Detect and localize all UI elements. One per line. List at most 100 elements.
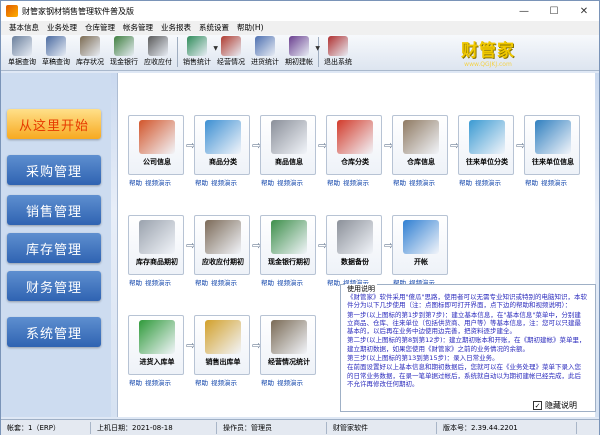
- sidebar-item-5[interactable]: 系统管理: [7, 317, 101, 347]
- menu-item[interactable]: 基本信息: [5, 21, 43, 35]
- video-demo-link[interactable]: 视频演示: [409, 177, 435, 187]
- toolbar-button-3[interactable]: 现金银行: [107, 35, 141, 69]
- video-demo-link[interactable]: 视频演示: [211, 377, 237, 387]
- sidebar-item-3[interactable]: 库存管理: [7, 233, 101, 263]
- tile-tiles_row2-0[interactable]: 库存商品期初: [128, 215, 184, 275]
- toolbar-button-0[interactable]: 单据查询: [5, 35, 39, 69]
- video-demo-link[interactable]: 视频演示: [145, 277, 171, 287]
- toolbar-button-5[interactable]: 销售统计 ▼: [180, 35, 218, 69]
- help-link[interactable]: 帮助: [195, 177, 208, 187]
- video-demo-link[interactable]: 视频演示: [277, 377, 303, 387]
- menu-item[interactable]: 系统设置: [195, 21, 233, 35]
- video-demo-link[interactable]: 视频演示: [475, 177, 501, 187]
- tile-tiles_row1-1[interactable]: 商品分类: [194, 115, 250, 175]
- hide-help-checkbox[interactable]: ✓ 隐藏说明: [533, 400, 577, 411]
- tile-tiles_row3-0[interactable]: 进货入库单: [128, 315, 184, 375]
- video-demo-link[interactable]: 视频演示: [211, 277, 237, 287]
- toolbar-button-8[interactable]: 期初建帐 ▼: [282, 35, 320, 69]
- menu-item[interactable]: 帮助(H): [233, 21, 268, 35]
- help-link[interactable]: 帮助: [261, 177, 274, 187]
- help-link[interactable]: 帮助: [129, 177, 142, 187]
- title-bar: 财管家钢材销售管理软件普及版 — ☐ ✕: [1, 1, 599, 21]
- video-demo-link[interactable]: 视频演示: [541, 177, 567, 187]
- video-demo-link[interactable]: 视频演示: [277, 277, 303, 287]
- help-link[interactable]: 帮助: [327, 177, 340, 187]
- help-link[interactable]: 帮助: [261, 277, 274, 287]
- tile-tiles_row1-2[interactable]: 商品信息: [260, 115, 316, 175]
- tile-links: 帮助 视频演示: [261, 277, 321, 287]
- sidebar-item-2[interactable]: 销售管理: [7, 195, 101, 225]
- help-link[interactable]: 帮助: [195, 277, 208, 287]
- video-demo-link[interactable]: 视频演示: [145, 177, 171, 187]
- toolbar-button-label: 进货统计: [251, 58, 279, 66]
- toolbar-button-label: 草稿查询: [42, 58, 70, 66]
- tile-links: 帮助 视频演示: [129, 377, 189, 387]
- menu-item[interactable]: 仓库管理: [81, 21, 119, 35]
- video-demo-link[interactable]: 视频演示: [277, 177, 303, 187]
- help-link[interactable]: 帮助: [393, 177, 406, 187]
- chevron-down-icon[interactable]: ▼: [315, 45, 320, 52]
- tile-tiles_row1-0[interactable]: 公司信息: [128, 115, 184, 175]
- toolbar-button-6[interactable]: 经营情况: [214, 35, 248, 69]
- help-link[interactable]: 帮助: [327, 277, 340, 287]
- toolbar-button-label: 应收应付: [144, 58, 172, 66]
- tile-label: 商品分类: [209, 158, 237, 166]
- tile-tiles_row2-2[interactable]: 现金银行期初: [260, 215, 316, 275]
- menu-item[interactable]: 帐务管理: [119, 21, 157, 35]
- tile-links: 帮助 视频演示: [459, 177, 519, 187]
- tile-tiles_row2-4[interactable]: 开帐: [392, 215, 448, 275]
- logo-url: www.QGJKJ.com: [464, 61, 512, 68]
- tile-tiles_row1-3[interactable]: 仓库分类: [326, 115, 382, 175]
- tile-icon: [139, 220, 175, 254]
- toolbar-button-label: 销售统计: [183, 58, 211, 66]
- help-link[interactable]: 帮助: [525, 177, 538, 187]
- help-link[interactable]: 帮助: [261, 377, 274, 387]
- tile-icon: [205, 220, 241, 254]
- tile-tiles_row1-5[interactable]: 往来单位分类: [458, 115, 514, 175]
- menu-item[interactable]: 业务报表: [157, 21, 195, 35]
- toolbar-button-1[interactable]: 草稿查询: [39, 35, 73, 69]
- tile-tiles_row2-1[interactable]: 应收应付期初: [194, 215, 250, 275]
- status-item: 版本号：2.39.44.2201: [437, 421, 577, 434]
- minimize-button[interactable]: —: [509, 1, 539, 21]
- tile-icon: [535, 120, 571, 154]
- video-demo-link[interactable]: 视频演示: [211, 177, 237, 187]
- video-demo-link[interactable]: 视频演示: [343, 177, 369, 187]
- toolbar-button-2[interactable]: 库存状况: [73, 35, 107, 69]
- help-body: 《财管家》软件采用"傻瓜"思路，使用者可以无需专业知识或特别的电脑知识，本软件分…: [347, 293, 587, 409]
- tile-tiles_row3-1[interactable]: 销售出库单: [194, 315, 250, 375]
- toolbar-button-9[interactable]: 退出系统: [321, 35, 355, 69]
- tile-icon: [205, 320, 241, 354]
- help-link[interactable]: 帮助: [129, 377, 142, 387]
- close-button[interactable]: ✕: [569, 1, 599, 21]
- tile-label: 库存商品期初: [136, 258, 178, 266]
- help-paragraph: 第三步(以上图标的第13到第15步)：录入日常业务。: [347, 354, 499, 363]
- bar-chart-icon: [187, 36, 207, 56]
- help-link[interactable]: 帮助: [129, 277, 142, 287]
- sidebar-item-0[interactable]: 从这里开始: [7, 109, 101, 139]
- warehouse-icon: [80, 36, 100, 56]
- tile-tiles_row2-3[interactable]: 数据备份: [326, 215, 382, 275]
- logo-text: 财管家: [461, 41, 515, 61]
- app-window: 财管家钢材销售管理软件普及版 — ☐ ✕ 基本信息 业务处理 仓库管理 帐务管理 业务报…: [0, 0, 600, 435]
- tile-label: 进货入库单: [139, 358, 175, 366]
- toolbar-button-7[interactable]: 进货统计: [248, 35, 282, 69]
- help-link[interactable]: 帮助: [459, 177, 472, 187]
- maximize-button[interactable]: ☐: [539, 1, 569, 21]
- hide-help-label: 隐藏说明: [545, 401, 577, 410]
- tile-links: 帮助 视频演示: [129, 177, 189, 187]
- window-title: 财管家钢材销售管理软件普及版: [22, 6, 134, 16]
- video-demo-link[interactable]: 视频演示: [145, 377, 171, 387]
- help-link[interactable]: 帮助: [195, 377, 208, 387]
- checkbox-check-icon[interactable]: ✓: [533, 401, 542, 410]
- tile-tiles_row3-2[interactable]: 经营情况统计: [260, 315, 316, 375]
- toolbar-button-label: 经营情况: [217, 58, 245, 66]
- sidebar-item-4[interactable]: 财务管理: [7, 271, 101, 301]
- menu-item[interactable]: 业务处理: [43, 21, 81, 35]
- sidebar-item-1[interactable]: 采购管理: [7, 155, 101, 185]
- tile-links: 帮助 视频演示: [327, 177, 387, 187]
- tile-tiles_row1-4[interactable]: 仓库信息: [392, 115, 448, 175]
- help-paragraph: 在前面设置好以上基本信息和期初数据后，您就可以在《业务处理》菜单下录入您的日常业…: [347, 363, 581, 388]
- toolbar-button-4[interactable]: 应收应付: [141, 35, 175, 69]
- tile-tiles_row1-6[interactable]: 往来单位信息: [524, 115, 580, 175]
